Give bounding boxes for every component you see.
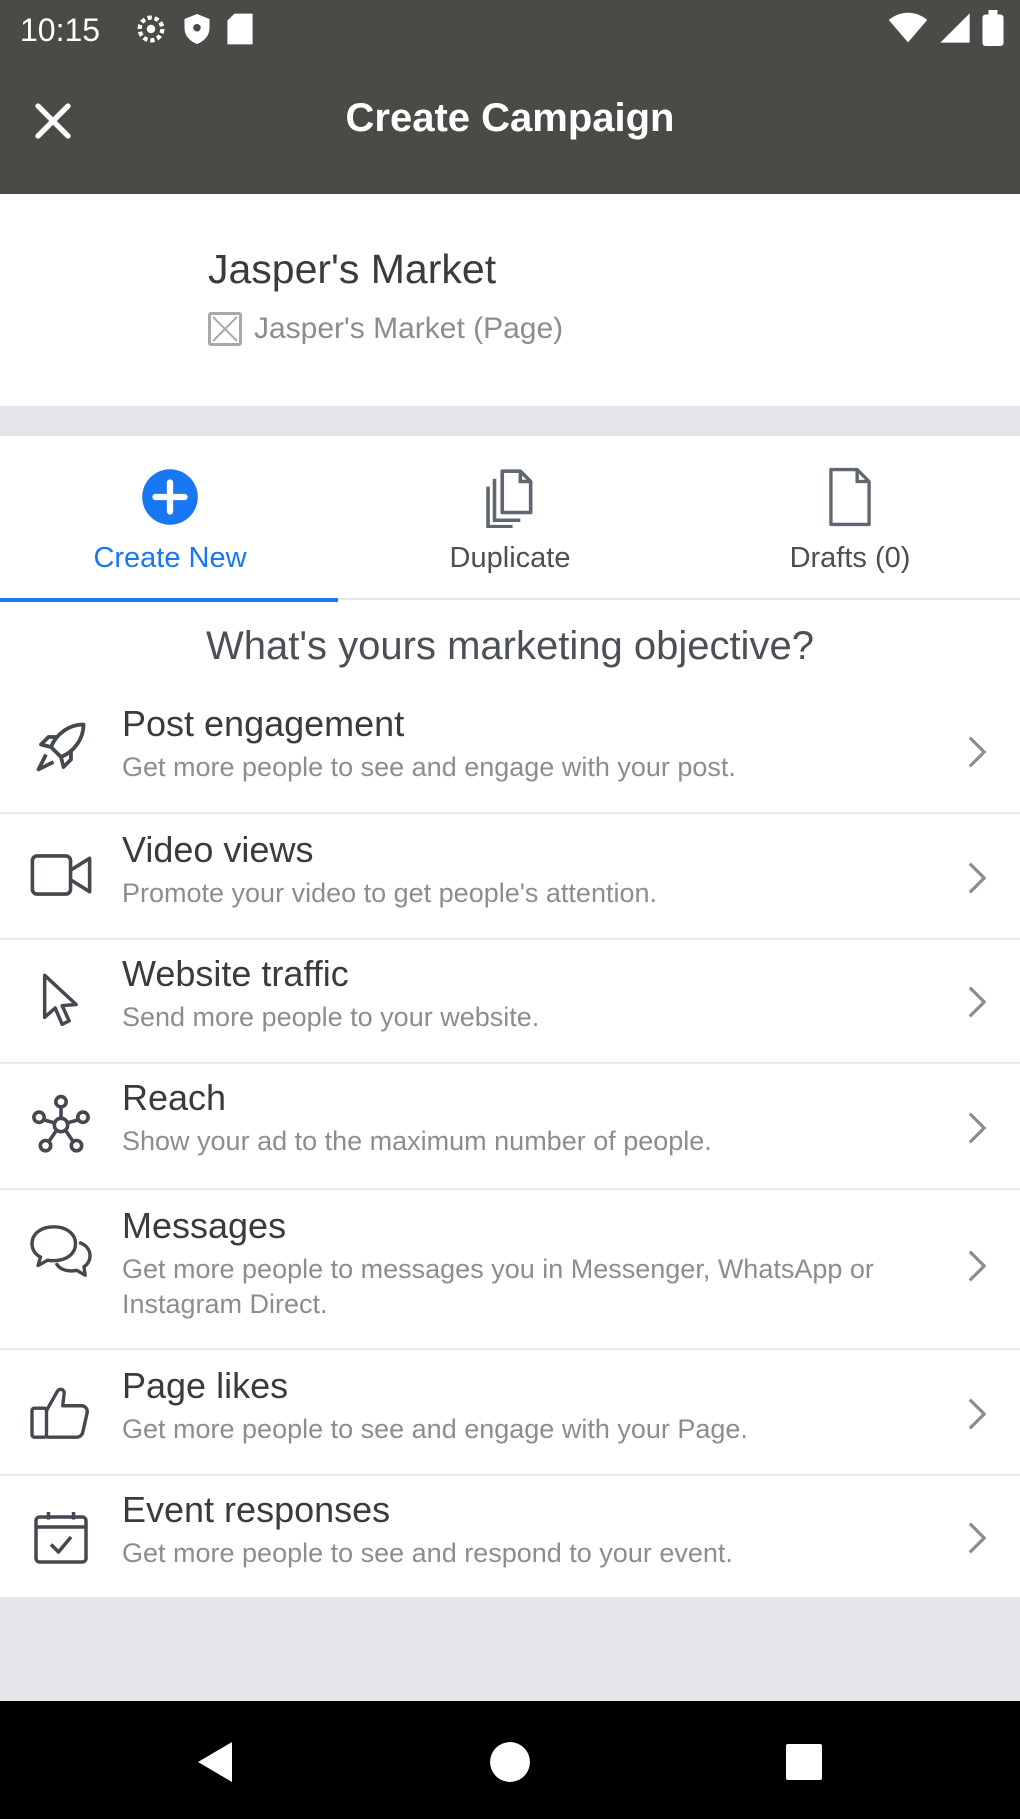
status-bar: 10:15 <box>0 0 1020 62</box>
shield-icon <box>184 14 210 44</box>
objective-messages[interactable]: Messages Get more people to messages you… <box>0 1190 1020 1350</box>
objective-video-views[interactable]: Video views Promote your video to get pe… <box>0 814 1020 940</box>
recents-square-icon <box>786 1744 822 1780</box>
objective-reach[interactable]: Reach Show your ad to the maximum number… <box>0 1064 1020 1190</box>
chevron-right-icon <box>962 1518 992 1558</box>
thumbs-up-icon <box>28 1380 94 1446</box>
objective-description: Get more people to see and respond to yo… <box>122 1538 733 1568</box>
nav-home-button[interactable] <box>480 1737 540 1787</box>
settings-gear-icon <box>137 15 165 43</box>
system-navigation-bar <box>0 1701 1020 1819</box>
chevron-right-icon <box>962 858 992 898</box>
duplicate-icon <box>479 466 541 528</box>
objective-title: Page likes <box>122 1365 289 1406</box>
bottom-spacer <box>0 1597 1020 1701</box>
objective-title: Event responses <box>122 1489 391 1530</box>
cell-signal-icon <box>940 13 970 43</box>
rocket-icon <box>28 714 94 780</box>
objective-list: Post engagement Get more people to see a… <box>0 690 1020 1600</box>
objective-description: Get more people to messages you in Messe… <box>122 1254 874 1319</box>
objective-description: Get more people to see and engage with y… <box>122 1414 748 1444</box>
account-page-row: Jasper's Market (Page) <box>208 312 563 346</box>
objective-event-responses[interactable]: Event responses Get more people to see a… <box>0 1476 1020 1600</box>
cursor-icon <box>28 968 94 1034</box>
objective-post-engagement[interactable]: Post engagement Get more people to see a… <box>0 690 1020 814</box>
campaign-mode-tabs: Create New Duplicate Drafts (0) <box>0 436 1020 602</box>
chevron-right-icon <box>962 1108 992 1148</box>
tab-drafts-label: Drafts (0) <box>789 542 911 574</box>
tab-drafts[interactable]: Drafts (0) <box>680 436 1020 600</box>
objective-description: Promote your video to get people's atten… <box>122 878 657 908</box>
video-camera-icon <box>28 842 94 908</box>
tab-duplicate[interactable]: Duplicate <box>340 436 680 600</box>
objective-title: Reach <box>122 1077 227 1118</box>
chevron-right-icon <box>962 732 992 772</box>
objective-title: Website traffic <box>122 953 349 994</box>
nav-back-button[interactable] <box>186 1737 246 1787</box>
account-page-label: Jasper's Market (Page) <box>254 312 564 345</box>
chevron-right-icon <box>962 1394 992 1434</box>
sd-card-icon <box>227 13 253 45</box>
wifi-icon <box>888 12 928 43</box>
section-divider <box>0 406 1020 436</box>
tab-create-new-label: Create New <box>93 542 247 574</box>
draft-icon <box>819 466 881 528</box>
calendar-check-icon <box>28 1504 94 1570</box>
chevron-right-icon <box>962 1246 992 1286</box>
page-title: Create Campaign <box>345 96 675 140</box>
objective-heading: What's yours marketing objective? <box>206 624 814 668</box>
chevron-right-icon <box>962 982 992 1022</box>
reach-network-icon <box>28 1092 94 1158</box>
objective-title: Post engagement <box>122 703 405 744</box>
objective-description: Get more people to see and engage with y… <box>122 752 736 782</box>
objective-page-likes[interactable]: Page likes Get more people to see and en… <box>0 1350 1020 1476</box>
home-circle-icon <box>490 1742 530 1782</box>
page-placeholder-icon <box>208 312 242 346</box>
status-notification-icons <box>134 12 254 46</box>
account-name: Jasper's Market <box>208 246 497 292</box>
battery-icon <box>982 10 1004 46</box>
objective-description: Send more people to your website. <box>122 1002 540 1032</box>
tab-create-new[interactable]: Create New <box>0 436 340 602</box>
active-tab-indicator <box>0 598 338 602</box>
objective-description: Show your ad to the maximum number of pe… <box>122 1126 712 1156</box>
app-bar: Create Campaign <box>0 62 1020 194</box>
nav-recents-button[interactable] <box>774 1737 834 1787</box>
objective-title: Messages <box>122 1205 287 1246</box>
status-system-icons <box>888 10 1004 46</box>
account-header: Jasper's Market Jasper's Market (Page) <box>0 194 1020 406</box>
objective-website-traffic[interactable]: Website traffic Send more people to your… <box>0 940 1020 1064</box>
tab-duplicate-label: Duplicate <box>449 542 571 574</box>
chat-bubbles-icon <box>28 1218 94 1284</box>
back-triangle-icon <box>198 1742 232 1782</box>
plus-circle-icon <box>139 466 201 528</box>
objective-title: Video views <box>122 829 314 870</box>
status-time: 10:15 <box>20 12 101 48</box>
